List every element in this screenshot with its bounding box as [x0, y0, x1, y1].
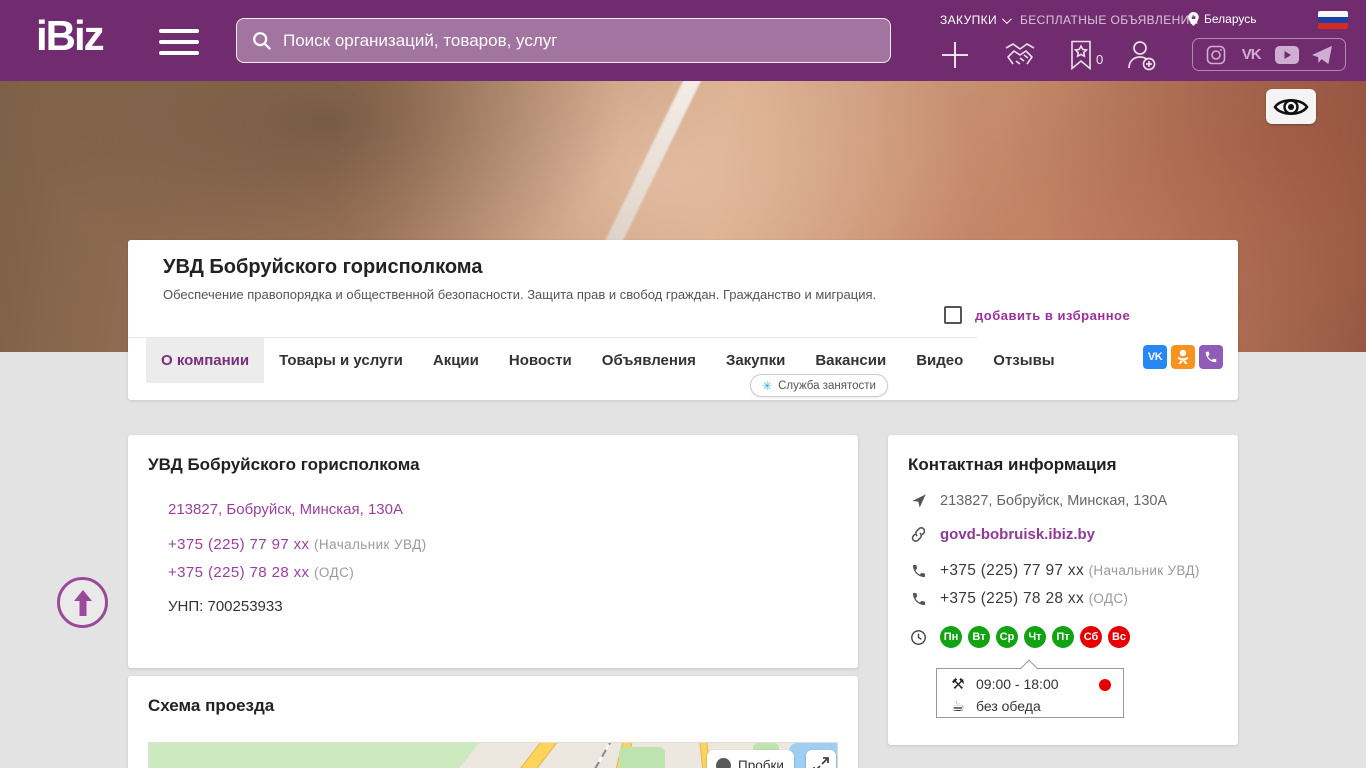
contact-phone-row-2: +375 (225) 78 28 xx (ОДС): [910, 590, 1128, 608]
sparkle-icon: ✳: [762, 378, 773, 393]
map-card-title: Схема проезда: [148, 696, 275, 715]
contact-info-card: Контактная информация 213827, Бобруйск, …: [888, 435, 1238, 745]
add-company-button[interactable]: [938, 38, 972, 72]
map-expand-button[interactable]: [806, 750, 836, 768]
working-days-row: Пн Вт Ср Чт Пт Сб Вс: [910, 626, 1136, 648]
bookmarks-count: 0: [1096, 52, 1104, 67]
work-days: Пн Вт Ср Чт Пт Сб Вс: [940, 626, 1136, 648]
ibiz-logo[interactable]: iBiz: [36, 12, 105, 60]
chevron-down-icon: [1002, 14, 1012, 25]
day-Сб: Сб: [1080, 626, 1102, 648]
plus-icon: [942, 42, 968, 68]
contact-card-title: Контактная информация: [908, 455, 1117, 474]
youtube-icon[interactable]: [1274, 43, 1300, 67]
contact-address-row: 213827, Бобруйск, Минская, 130А: [910, 493, 1167, 509]
link-icon: [910, 526, 927, 543]
back-to-top-button[interactable]: [57, 577, 108, 628]
region-selector[interactable]: Беларусь: [1188, 12, 1256, 26]
vk-social-button[interactable]: VK: [1143, 345, 1167, 369]
company-description: Обеспечение правопорядка и общественной …: [163, 287, 877, 302]
tooltip-label: Служба занятости: [778, 379, 876, 392]
working-hours-row: ⚒ 09:00 - 18:00: [949, 675, 1059, 693]
company-info-card: УВД Бобруйского горисполкома 213827, Боб…: [128, 435, 858, 668]
map-card: Схема проезда Пробки: [128, 676, 858, 768]
company-social-links: VK: [1143, 345, 1223, 369]
page-title: УВД Бобруйского горисполкома: [163, 256, 483, 278]
hamburger-menu-icon[interactable]: [159, 29, 199, 55]
arrow-up-icon: [73, 589, 92, 616]
coffee-icon: ☕: [951, 698, 965, 715]
navigation-arrow-icon: [910, 493, 927, 509]
website-link[interactable]: govd-bobruisk.ibiz.by: [940, 526, 1095, 543]
work-tools-icon: ⚒: [951, 676, 965, 693]
contact-address: 213827, Бобруйск, Минская, 130А: [940, 493, 1168, 509]
tab-Товары и услуги[interactable]: Товары и услуги: [264, 338, 418, 383]
lunch-label: без обеда: [976, 698, 1041, 714]
search-input[interactable]: [283, 19, 890, 62]
phone-note-1: (Начальник УВД): [314, 537, 427, 552]
working-hours: 09:00 - 18:00: [976, 676, 1059, 692]
status-dot: [1099, 679, 1111, 691]
contact-phone-1[interactable]: +375 (225) 77 97 xx (Начальник УВД): [940, 562, 1200, 580]
search-bar: [236, 18, 891, 63]
contact-website-row: govd-bobruisk.ibiz.by: [910, 526, 1095, 543]
contact-phone-2[interactable]: +375 (225) 78 28 xx (ОДС): [940, 590, 1128, 608]
favorite-checkbox[interactable]: [944, 306, 962, 324]
address-link[interactable]: 213827, Бобруйск, Минская, 130А: [168, 501, 403, 518]
contact-phone-row-1: +375 (225) 77 97 xx (Начальник УВД): [910, 562, 1200, 580]
expand-icon: [813, 757, 829, 768]
day-Пн: Пн: [940, 626, 962, 648]
day-Вт: Вт: [968, 626, 990, 648]
employment-service-tooltip: ✳ Служба занятости: [750, 374, 888, 397]
eye-icon: [1273, 98, 1309, 115]
accessibility-eye-button[interactable]: [1266, 89, 1316, 124]
day-Пт: Пт: [1052, 626, 1074, 648]
phone-icon: [910, 591, 927, 607]
lunch-row: ☕ без обеда: [949, 697, 1041, 715]
telegram-icon[interactable]: [1309, 43, 1335, 67]
traffic-toggle-button[interactable]: Пробки: [707, 750, 794, 768]
odnoklassniki-social-button[interactable]: [1171, 345, 1195, 369]
header: iBiz ЗАКУПКИ БЕСПЛАТНЫЕ ОБЪЯВЛЕНИЯ Белар…: [0, 0, 1366, 81]
tab-Новости[interactable]: Новости: [494, 338, 587, 383]
purchases-menu[interactable]: ЗАКУПКИ: [940, 13, 1012, 27]
tab-Отзывы[interactable]: Отзывы: [978, 338, 1069, 383]
traffic-label: Пробки: [738, 757, 784, 768]
language-flag-russian[interactable]: [1318, 11, 1348, 29]
instagram-icon[interactable]: [1203, 43, 1229, 67]
add-to-favorites[interactable]: добавить в избранное: [944, 306, 1130, 324]
viber-social-button[interactable]: [1199, 345, 1223, 369]
free-ads-link[interactable]: БЕСПЛАТНЫЕ ОБЪЯВЛЕНИЯ: [1020, 13, 1199, 27]
location-pin-icon: [1188, 12, 1199, 26]
handshake-icon: [1005, 43, 1035, 65]
phone-link-2[interactable]: +375 (225) 78 28 xx (ОДС): [168, 564, 354, 581]
phone-note-2: (ОДС): [314, 565, 355, 580]
tab-Акции[interactable]: Акции: [418, 338, 494, 383]
header-social-links: VK: [1192, 38, 1346, 71]
unp-number: УНП: 700253933: [168, 598, 283, 615]
vk-icon[interactable]: VK: [1238, 43, 1264, 67]
day-Вс: Вс: [1108, 626, 1130, 648]
popover-caret: [1020, 659, 1038, 677]
day-Ср: Ср: [996, 626, 1018, 648]
phone-link-1[interactable]: +375 (225) 77 97 xx (Начальник УВД): [168, 536, 427, 553]
user-add-icon: [1128, 41, 1156, 71]
tab-О компании[interactable]: О компании: [146, 338, 265, 383]
day-Чт: Чт: [1024, 626, 1046, 648]
traffic-icon: [716, 757, 731, 768]
bookmark-star-icon: [1071, 40, 1091, 70]
bookmarks-button[interactable]: [1064, 38, 1098, 72]
partners-button[interactable]: [1003, 38, 1037, 72]
region-label: Беларусь: [1204, 12, 1257, 26]
clock-icon: [910, 629, 927, 646]
tab-Видео[interactable]: Видео: [901, 338, 978, 383]
search-icon: [253, 31, 272, 50]
working-hours-popover: ⚒ 09:00 - 18:00 ☕ без обеда: [936, 659, 1124, 718]
company-header-card: УВД Бобруйского горисполкома Обеспечение…: [128, 240, 1238, 400]
tab-Объявления[interactable]: Объявления: [587, 338, 711, 383]
login-register-button[interactable]: [1124, 38, 1158, 72]
favorite-label: добавить в избранное: [975, 307, 1131, 323]
info-card-title: УВД Бобруйского горисполкома: [148, 455, 420, 474]
phone-icon: [910, 563, 927, 579]
